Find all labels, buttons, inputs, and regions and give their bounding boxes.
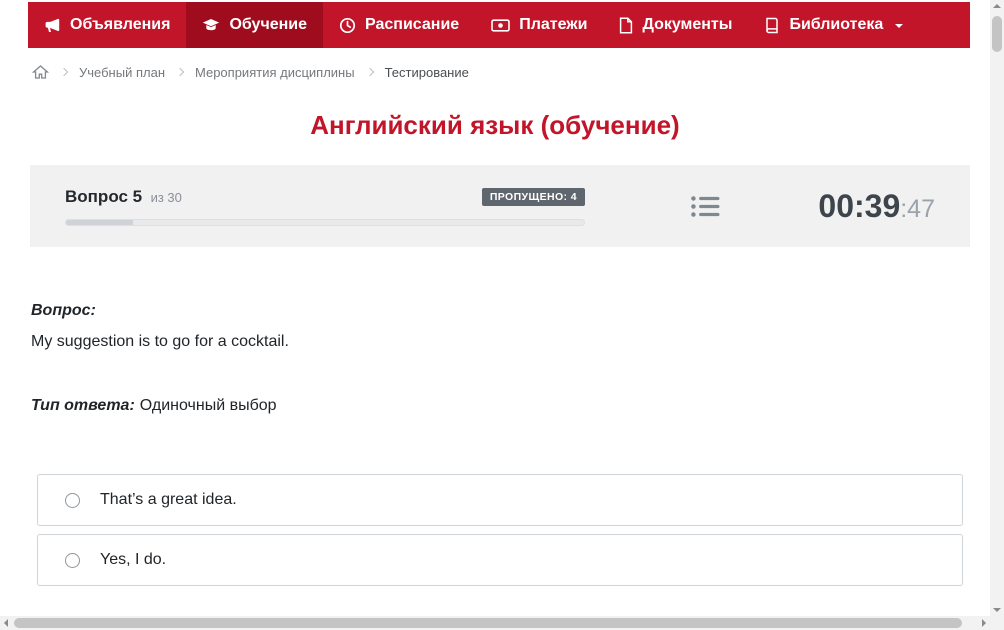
nav-item-learning[interactable]: Обучение	[186, 2, 324, 48]
question-label: Вопрос:	[31, 302, 96, 319]
answer-option[interactable]: That’s a great idea.	[37, 474, 963, 526]
question-text: My suggestion is to go for a cocktail.	[31, 333, 289, 350]
skipped-badge: ПРОПУЩЕНО: 4	[481, 187, 585, 206]
timer-seconds: :47	[900, 194, 935, 223]
scroll-down-icon[interactable]	[993, 608, 1001, 612]
chevron-right-icon	[365, 67, 374, 77]
chevron-down-icon	[895, 24, 904, 28]
answer-text: Yes, I do.	[100, 551, 167, 568]
nav-label: Платежи	[519, 16, 588, 33]
radio-button[interactable]	[65, 492, 80, 508]
banknote-icon	[491, 18, 511, 33]
answer-text: That’s a great idea.	[100, 491, 237, 508]
scrollbar-corner	[990, 616, 1004, 630]
scroll-up-icon[interactable]	[993, 4, 1001, 8]
nav-item-schedule[interactable]: Расписание	[323, 2, 475, 48]
breadcrumb-item-testing: Тестирование	[384, 64, 469, 80]
answer-option[interactable]: Yes, I do.	[37, 534, 963, 586]
breadcrumb-item-curriculum[interactable]: Учебный план	[79, 65, 165, 80]
scroll-right-icon[interactable]	[982, 619, 986, 627]
chevron-right-icon	[175, 67, 185, 77]
vertical-scroll-thumb[interactable]	[992, 16, 1002, 52]
breadcrumb: Учебный план Мероприятия дисциплины Тест…	[31, 64, 970, 80]
progress-fill	[66, 219, 134, 225]
question-list-icon[interactable]	[690, 194, 720, 219]
book-icon	[764, 17, 780, 34]
answer-type-label: Тип ответа:	[31, 397, 135, 414]
nav-label: Обучение	[229, 16, 308, 33]
question-counter: Вопрос 5 из 30	[65, 187, 182, 207]
megaphone-icon	[44, 17, 61, 34]
question-number: Вопрос 5	[65, 186, 143, 206]
horizontal-scrollbar[interactable]	[0, 616, 990, 630]
horizontal-scroll-thumb[interactable]	[14, 618, 962, 628]
nav-label: Документы	[642, 16, 733, 33]
answer-type-value: Одиночный выбор	[139, 397, 277, 414]
nav-label: Объявления	[70, 16, 171, 33]
nav-item-library[interactable]: Библиотека	[748, 2, 919, 48]
progress-bar	[65, 218, 585, 226]
breadcrumb-item-discipline-events[interactable]: Мероприятия дисциплины	[195, 65, 355, 80]
nav-item-announcements[interactable]: Объявления	[28, 2, 186, 48]
main-nav: Объявления Обучение Расписание Платежи Д…	[28, 2, 970, 48]
answer-type-row: Тип ответа: Одиночный выбор	[31, 394, 970, 418]
page-content: Объявления Обучение Расписание Платежи Д…	[0, 0, 990, 616]
clock-icon	[339, 17, 356, 34]
nav-label: Библиотека	[789, 16, 884, 33]
nav-label: Расписание	[365, 16, 460, 33]
chevron-right-icon	[59, 67, 69, 77]
answer-list: That’s a great idea. Yes, I do.	[37, 474, 963, 586]
question-total: из 30	[150, 189, 182, 205]
quiz-header-card: Вопрос 5 из 30 ПРОПУЩЕНО: 4 00:39 :47	[30, 165, 970, 247]
vertical-scrollbar[interactable]	[990, 0, 1004, 616]
graduation-cap-icon	[202, 17, 220, 33]
page-title: Английский язык (обучение)	[310, 110, 680, 140]
scroll-left-icon[interactable]	[4, 619, 8, 627]
nav-item-documents[interactable]: Документы	[603, 2, 748, 48]
question-block: Вопрос: My suggestion is to go for a coc…	[31, 299, 970, 418]
question-progress-block: Вопрос 5 из 30 ПРОПУЩЕНО: 4	[65, 187, 585, 226]
timer: 00:39 :47	[818, 188, 935, 225]
nav-item-payments[interactable]: Платежи	[475, 2, 603, 48]
radio-button[interactable]	[65, 552, 80, 568]
document-icon	[619, 16, 633, 34]
timer-main: 00:39	[818, 187, 901, 224]
home-icon[interactable]	[31, 64, 50, 80]
